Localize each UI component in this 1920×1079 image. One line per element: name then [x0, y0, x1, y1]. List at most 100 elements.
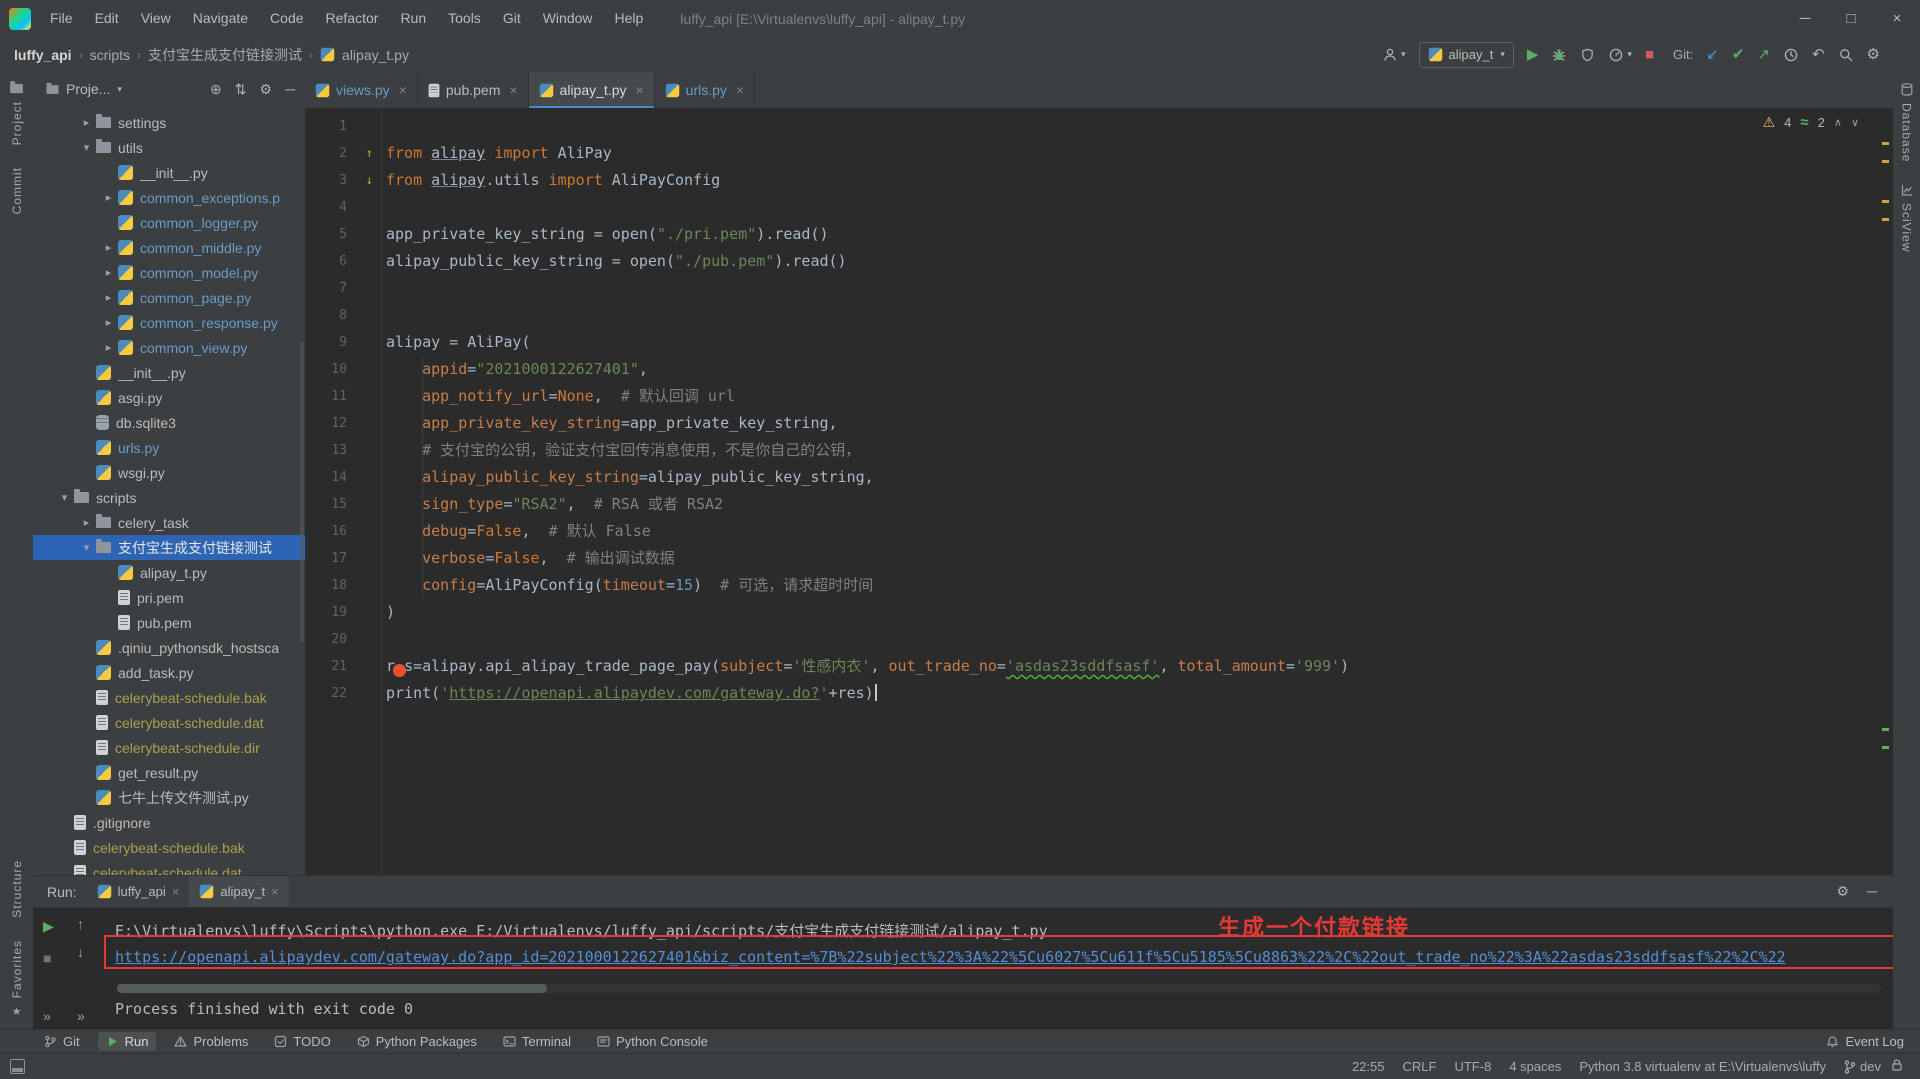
code-line[interactable]: 3 ↓ from alipay.utils import AliPayConfig: [305, 167, 1879, 194]
tab-views-py[interactable]: views.py ×: [305, 72, 418, 108]
tree-item[interactable]: celerybeat-schedule.dat: [33, 860, 305, 875]
code-line[interactable]: 13 # 支付宝的公钥，验证支付宝回传消息使用，不是你自己的公钥，: [305, 437, 1879, 464]
console-hscrollbar[interactable]: [117, 984, 1881, 993]
chevron-down-icon[interactable]: ▾: [77, 541, 96, 554]
close-icon[interactable]: ×: [271, 884, 279, 899]
tree-item[interactable]: alipay_t.py: [33, 560, 305, 585]
chevron-down-icon[interactable]: ▾: [55, 491, 74, 504]
tool-tab-problems[interactable]: Problems: [166, 1032, 256, 1051]
status-item[interactable]: 22:55: [1352, 1059, 1385, 1074]
tree-item[interactable]: ▸ celery_task: [33, 510, 305, 535]
git-branch-widget[interactable]: dev: [1844, 1059, 1881, 1074]
tree-item[interactable]: __init__.py: [33, 160, 305, 185]
code-line[interactable]: 8: [305, 302, 1879, 329]
status-item[interactable]: 4 spaces: [1509, 1059, 1561, 1074]
tree-item[interactable]: __init__.py: [33, 360, 305, 385]
code-line[interactable]: 2 ↑ from alipay import AliPay: [305, 140, 1879, 167]
code-line[interactable]: 18 config=AliPayConfig(timeout=15) # 可选，…: [305, 572, 1879, 599]
run-config-selector[interactable]: alipay_t ▾: [1418, 41, 1514, 68]
code-line[interactable]: 7: [305, 275, 1879, 302]
inspections-widget[interactable]: ⚠ 4 ≈ 2 ∧ ∨: [1763, 114, 1859, 131]
tool-tab-python-packages[interactable]: Python Packages: [349, 1032, 485, 1051]
tool-tab-run[interactable]: Run: [97, 1032, 157, 1051]
history-button[interactable]: [1783, 47, 1799, 63]
menu-edit[interactable]: Edit: [84, 0, 130, 37]
tree-item[interactable]: ▾ 支付宝生成支付链接测试: [33, 535, 305, 560]
tree-item[interactable]: add_task.py: [33, 660, 305, 685]
chevron-right-icon[interactable]: ▸: [99, 291, 118, 304]
tree-item[interactable]: ▸ common_page.py: [33, 285, 305, 310]
menu-code[interactable]: Code: [259, 0, 314, 37]
tree-item[interactable]: ▾ scripts: [33, 485, 305, 510]
menu-window[interactable]: Window: [532, 0, 604, 37]
close-button[interactable]: ×: [1874, 0, 1920, 37]
tree-item[interactable]: ▸ settings: [33, 110, 305, 135]
tool-button-favorites[interactable]: Favorites ★: [10, 929, 24, 1029]
chevron-down-icon[interactable]: ▾: [77, 141, 96, 154]
editor[interactable]: 1 2 ↑ from alipay import AliPay 3 ↓ from alipa…: [305, 108, 1893, 875]
tree-item[interactable]: wsgi.py: [33, 460, 305, 485]
tree-item[interactable]: celerybeat-schedule.bak: [33, 685, 305, 710]
tab-pub-pem[interactable]: pub.pem ×: [418, 72, 529, 108]
chevron-right-icon[interactable]: ▸: [77, 516, 96, 529]
close-icon[interactable]: ×: [736, 82, 744, 98]
menu-tools[interactable]: Tools: [437, 0, 492, 37]
menu-help[interactable]: Help: [604, 0, 655, 37]
tree-item[interactable]: ▸ common_model.py: [33, 260, 305, 285]
code-line[interactable]: 21 res=alipay.api_alipay_trade_page_pay(s…: [305, 653, 1879, 680]
close-icon[interactable]: ×: [635, 82, 643, 98]
tool-button-database[interactable]: Database: [1900, 72, 1914, 173]
code-line[interactable]: 17 verbose=False, # 输出调试数据: [305, 545, 1879, 572]
tree-item[interactable]: pri.pem: [33, 585, 305, 610]
menu-file[interactable]: File: [39, 0, 84, 37]
status-item[interactable]: CRLF: [1403, 1059, 1437, 1074]
expand-collapse-icon[interactable]: ⇅: [235, 81, 247, 98]
user-menu-icon[interactable]: ▾: [1382, 47, 1406, 63]
breadcrumb-item[interactable]: 支付宝生成支付链接测试: [148, 45, 302, 65]
gear-icon[interactable]: ⚙: [260, 81, 273, 98]
hide-panel-icon[interactable]: ─: [1867, 883, 1877, 900]
tab-alipay-t-py[interactable]: alipay_t.py ×: [528, 72, 655, 109]
tree-item[interactable]: ▸ common_middle.py: [33, 235, 305, 260]
lock-icon[interactable]: [1890, 1058, 1904, 1075]
status-item[interactable]: Python 3.8 virtualenv at E:\Virtualenvs\…: [1579, 1059, 1826, 1074]
tree-item[interactable]: celerybeat-schedule.bak: [33, 835, 305, 860]
tree-item[interactable]: 七牛上传文件测试.py: [33, 785, 305, 810]
minimize-button[interactable]: ─: [1782, 0, 1828, 37]
tab-urls-py[interactable]: urls.py ×: [655, 72, 756, 108]
code-line[interactable]: 10 appid="2021000122627401",: [305, 356, 1879, 383]
profiler-button[interactable]: ▾: [1608, 47, 1632, 63]
tree-item[interactable]: common_logger.py: [33, 210, 305, 235]
code-line[interactable]: 14 alipay_public_key_string=alipay_publi…: [305, 464, 1879, 491]
tree-item[interactable]: ▸ common_exceptions.p: [33, 185, 305, 210]
chevron-right-icon[interactable]: ▸: [99, 191, 118, 204]
chevron-right-icon[interactable]: ▸: [77, 116, 96, 129]
locate-file-icon[interactable]: ⊕: [210, 81, 222, 98]
scrollbar-thumb[interactable]: [117, 984, 547, 993]
status-item[interactable]: UTF-8: [1454, 1059, 1491, 1074]
close-icon[interactable]: ×: [509, 82, 517, 98]
tree-item[interactable]: asgi.py: [33, 385, 305, 410]
tool-button-project[interactable]: Project: [9, 72, 24, 156]
code-line[interactable]: 4: [305, 194, 1879, 221]
code-line[interactable]: 1: [305, 113, 1879, 140]
console-payment-link[interactable]: https://openapi.alipaydev.com/gateway.do…: [115, 948, 1786, 966]
code-line[interactable]: 12 app_private_key_string=app_private_ke…: [305, 410, 1879, 437]
code-line[interactable]: 5 app_private_key_string = open("./pri.pe…: [305, 221, 1879, 248]
tool-button-sciview[interactable]: SciView: [1900, 173, 1914, 263]
debug-button[interactable]: [1551, 47, 1567, 63]
run-button[interactable]: ▶: [1527, 47, 1539, 62]
menu-run[interactable]: Run: [389, 0, 437, 37]
tool-button-structure[interactable]: Structure: [10, 849, 24, 929]
next-problem-icon[interactable]: ∨: [1851, 116, 1859, 129]
commit-button[interactable]: ✔: [1732, 47, 1745, 62]
settings-button[interactable]: ⚙: [1867, 47, 1880, 62]
tree-item[interactable]: urls.py: [33, 435, 305, 460]
chevron-right-icon[interactable]: ▸: [99, 341, 118, 354]
project-tree-scrollbar[interactable]: [300, 342, 304, 642]
gear-icon[interactable]: ⚙: [1837, 883, 1850, 900]
tree-item[interactable]: celerybeat-schedule.dir: [33, 735, 305, 760]
code-line[interactable]: 15 sign_type="RSA2", # RSA 或者 RSA2: [305, 491, 1879, 518]
breadcrumb-item[interactable]: luffy_api: [14, 47, 72, 63]
menu-refactor[interactable]: Refactor: [315, 0, 390, 37]
